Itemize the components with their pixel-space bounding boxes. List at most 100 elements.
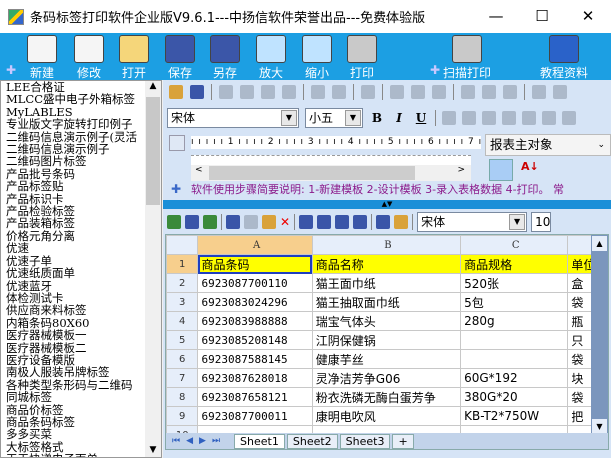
toolbar-button-scan-print[interactable]: 扫描打印 — [439, 33, 495, 81]
row-header[interactable]: 4 — [166, 311, 199, 331]
vertical-top-icon[interactable] — [522, 111, 536, 125]
select-all-corner[interactable] — [166, 235, 199, 255]
paste-icon[interactable] — [262, 214, 276, 229]
cut-icon[interactable] — [226, 214, 240, 229]
align-left-icon[interactable] — [390, 85, 404, 99]
add-sheet-button[interactable]: + — [392, 433, 414, 449]
scroll-thumb[interactable] — [146, 97, 160, 205]
template-item[interactable]: MLCC盛中电子外箱标签 — [1, 93, 161, 106]
sheet-vertical-scrollbar[interactable]: ▲ ▼ — [591, 235, 608, 435]
toolbar-button-help[interactable]: 教程资料 — [536, 33, 592, 81]
text-align-center-icon[interactable] — [462, 111, 476, 125]
row-header[interactable]: 6 — [166, 349, 199, 369]
copy-icon[interactable] — [244, 214, 258, 229]
align-top-icon[interactable] — [461, 85, 475, 99]
more-button[interactable]: ... — [360, 0, 406, 33]
cell[interactable]: 灵净洁芳争G06 — [311, 368, 462, 388]
row-header[interactable]: 8 — [166, 387, 199, 407]
find-icon[interactable] — [376, 214, 391, 229]
delete-icon[interactable] — [282, 85, 296, 99]
align-middle-icon[interactable] — [482, 85, 496, 99]
maximize-button[interactable]: ☐ — [519, 0, 565, 33]
delete-icon[interactable]: ✕ — [280, 215, 290, 229]
cell[interactable]: 6923087700011 — [197, 406, 313, 426]
delete-row-icon[interactable] — [317, 214, 332, 229]
same-width-icon[interactable] — [532, 85, 546, 99]
sheet-tab[interactable]: Sheet1 — [234, 433, 285, 449]
template-item[interactable]: 产品装箱标签 — [1, 217, 161, 230]
save-icon[interactable] — [190, 85, 204, 99]
scroll-up-icon[interactable]: ▲ — [592, 236, 607, 251]
font-select[interactable]: 宋体 ▼ — [167, 108, 299, 128]
chevron-down-icon[interactable]: ▼ — [345, 110, 361, 126]
undo-icon[interactable] — [311, 85, 325, 99]
cell[interactable]: 60G*192 — [460, 368, 569, 388]
template-item[interactable]: 南极人服装吊牌标签 — [1, 366, 161, 379]
row-header[interactable]: 5 — [166, 330, 199, 350]
delete-column-icon[interactable] — [353, 214, 368, 229]
align-right-icon[interactable] — [432, 85, 446, 99]
scroll-right-icon[interactable]: > — [457, 165, 465, 175]
cell[interactable]: 6923083024296 — [197, 292, 313, 312]
template-item[interactable]: 医疗器械模板一 — [1, 329, 161, 342]
scroll-thumb[interactable] — [209, 166, 415, 180]
font-size-select[interactable]: 小五 ▼ — [305, 108, 363, 128]
vertical-middle-icon[interactable] — [542, 111, 556, 125]
import-excel-icon[interactable] — [167, 214, 181, 229]
splitter[interactable]: ▲▼ — [163, 200, 611, 209]
template-item[interactable]: 优速 — [1, 242, 161, 255]
row-header[interactable]: 7 — [166, 368, 199, 388]
sheet-tab[interactable]: Sheet3 — [339, 433, 391, 449]
text-align-right-icon[interactable] — [482, 111, 496, 125]
cell[interactable]: 6923087700110 — [197, 273, 313, 293]
toolbar-button-printer[interactable]: 打印 — [334, 33, 390, 81]
insert-row-icon[interactable] — [299, 214, 314, 229]
chevron-down-icon[interactable]: ▼ — [509, 213, 526, 230]
template-item[interactable]: 多多买菜 — [1, 428, 161, 441]
expand-icon[interactable]: ✚ — [171, 182, 181, 196]
align-center-icon[interactable] — [411, 85, 425, 99]
sort-az-icon[interactable]: A↓ — [521, 160, 539, 173]
cell[interactable]: 康明电吹风 — [311, 406, 462, 426]
template-item[interactable]: 产品标签贴 — [1, 180, 161, 193]
scroll-up-icon[interactable]: ▲ — [145, 81, 161, 91]
cell[interactable]: 5包 — [460, 292, 569, 312]
sheet-font-select[interactable]: 宋体 ▼ — [417, 211, 528, 232]
cell[interactable] — [460, 330, 569, 350]
template-item[interactable]: 专业版文字旋转打印例子 — [1, 118, 161, 131]
cell[interactable]: 280g — [460, 311, 569, 331]
cell[interactable]: 6923087658121 — [197, 387, 313, 407]
vertical-bottom-icon[interactable] — [562, 111, 576, 125]
template-item[interactable]: 优速纸质面单 — [1, 267, 161, 280]
underline-button[interactable]: U — [413, 111, 429, 125]
italic-button[interactable]: I — [391, 111, 407, 125]
cell[interactable]: 6923083988888 — [197, 311, 313, 331]
text-align-left-icon[interactable] — [442, 111, 456, 125]
cell[interactable]: KB-T2*750W — [460, 406, 569, 426]
cell[interactable]: 6923085208148 — [197, 330, 313, 350]
cell[interactable]: 粉衣洗磷无酶白蛋芳争 — [311, 387, 462, 407]
canvas-horizontal-scrollbar[interactable]: < > — [191, 165, 471, 181]
cell[interactable]: 520张 — [460, 273, 569, 293]
cell[interactable]: 瑞宝气体头 — [311, 311, 462, 331]
template-item[interactable]: 供应商来料标签 — [1, 304, 161, 317]
cell[interactable]: 6923087628018 — [197, 368, 313, 388]
column-header[interactable]: B — [311, 235, 462, 255]
text-justify-icon[interactable] — [502, 111, 516, 125]
open-icon[interactable] — [169, 85, 183, 99]
paste-icon[interactable] — [261, 85, 275, 99]
same-height-icon[interactable] — [553, 85, 567, 99]
sheet-settings-icon[interactable] — [394, 214, 409, 229]
column-header[interactable]: C — [460, 235, 569, 255]
row-header[interactable]: 2 — [166, 273, 199, 293]
sheet-size-select[interactable]: 10 — [531, 211, 552, 232]
export-excel-icon[interactable] — [203, 214, 217, 229]
cell[interactable]: 商品名称 — [311, 254, 462, 274]
row-header[interactable]: 3 — [166, 292, 199, 312]
sheet-nav-icon[interactable]: ⏮◀▶⏭ — [166, 436, 232, 446]
cell[interactable]: 猫王面巾纸 — [311, 273, 462, 293]
column-header[interactable]: A — [197, 235, 313, 255]
cell[interactable]: 江阴保健锅 — [311, 330, 462, 350]
cell[interactable]: 商品规格 — [460, 254, 569, 274]
cell[interactable]: 6923087588145 — [197, 349, 313, 369]
